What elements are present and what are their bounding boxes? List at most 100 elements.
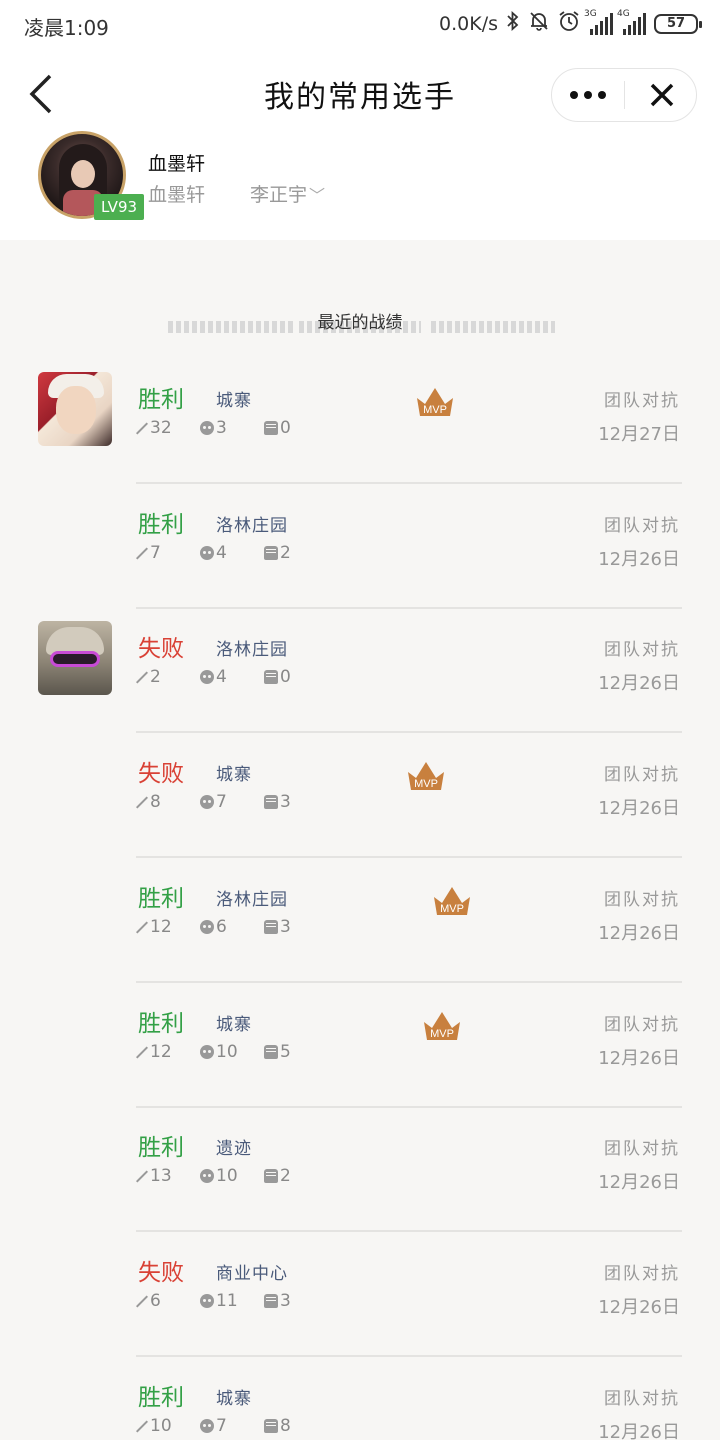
deaths-stat: 7 [200, 1416, 264, 1436]
match-mode: 团队对抗 [604, 391, 680, 411]
match-mode: 团队对抗 [604, 515, 680, 536]
section-title: 最近的战绩 [317, 313, 403, 333]
match-date: 12月26日 [598, 798, 680, 820]
deaths-value: 4 [216, 542, 227, 563]
assists-value: 8 [280, 1415, 291, 1436]
fist-icon [264, 670, 278, 685]
match-mode: 团队对抗 [604, 640, 680, 661]
match-date: 12月26日 [598, 1047, 680, 1069]
deaths-value: 4 [216, 667, 227, 688]
deaths-value: 7 [216, 792, 227, 813]
match-map: 城寨 [216, 765, 252, 786]
mvp-crown-icon: MVP [424, 1011, 460, 1040]
row-divider [136, 482, 682, 484]
assists-value: 3 [280, 792, 291, 813]
match-row[interactable]: 胜利 洛林庄园 7 4 2 团队对抗 12月26日 [0, 485, 720, 609]
row-divider [136, 1354, 682, 1357]
close-icon [650, 83, 674, 107]
deaths-stat: 10 [200, 1166, 264, 1186]
match-date: 12月26日 [598, 1421, 680, 1440]
fist-icon [264, 795, 278, 810]
row-divider [136, 606, 682, 609]
skull-icon [200, 1293, 214, 1308]
more-dot-icon [570, 91, 578, 99]
kills-value: 13 [150, 1166, 172, 1187]
skull-icon [200, 1169, 214, 1184]
match-date: 12月26日 [598, 922, 680, 944]
match-row[interactable]: 失败 商业中心 6 11 3 团队对抗 12月26日 [0, 1233, 720, 1357]
match-row[interactable]: 胜利 洛林庄园 12 6 3 MVP 团队对抗 12月26日 [0, 859, 720, 983]
assists-stat: 0 [264, 418, 291, 438]
kills-stat: 32 [136, 418, 200, 438]
match-row[interactable]: 失败 洛林庄园 2 4 0 团队对抗 12月26日 [0, 609, 720, 734]
match-mode: 团队对抗 [604, 765, 680, 786]
assists-value: 0 [280, 418, 291, 438]
match-row[interactable]: 失败 城寨 8 7 3 MVP 团队对抗 12月26日 [0, 734, 720, 859]
match-mode: 团队对抗 [604, 889, 680, 910]
signal-3g-label: 3G [584, 8, 597, 19]
match-map: 商业中心 [216, 1263, 288, 1284]
assists-stat: 3 [264, 1291, 291, 1311]
match-result: 胜利 [138, 885, 184, 912]
match-mode: 团队对抗 [604, 1388, 680, 1409]
kills-stat: 13 [136, 1166, 200, 1186]
sword-icon [136, 1046, 148, 1058]
mvp-crown-icon: MVP [434, 886, 470, 915]
skull-icon [200, 1044, 214, 1059]
match-row[interactable]: 胜利 城寨 10 7 8 团队对抗 12月26日 [0, 1358, 720, 1440]
deaths-value: 10 [216, 1166, 238, 1187]
deaths-stat: 6 [200, 917, 264, 937]
svg-text:MVP: MVP [423, 404, 447, 416]
skull-icon [200, 545, 214, 560]
deaths-stat: 7 [200, 792, 264, 812]
more-dot-icon [598, 91, 606, 99]
match-mode: 团队对抗 [604, 1139, 680, 1160]
assists-stat: 5 [264, 1042, 291, 1062]
match-result: 失败 [138, 1259, 184, 1286]
assists-stat: 3 [264, 792, 291, 812]
mute-bell-icon [528, 10, 550, 37]
sword-icon [136, 796, 148, 808]
assists-stat: 3 [264, 917, 291, 937]
match-row[interactable]: 胜利 遗迹 13 10 2 团队对抗 12月26日 [0, 1108, 720, 1233]
skull-icon [200, 670, 214, 685]
assists-value: 2 [280, 542, 291, 563]
deaths-value: 6 [216, 916, 227, 937]
skull-icon [200, 421, 214, 435]
fist-icon [264, 1418, 278, 1433]
row-divider [136, 1230, 682, 1233]
row-divider [136, 1105, 682, 1108]
match-map: 遗迹 [216, 1139, 252, 1160]
alarm-icon [558, 10, 580, 37]
hero-avatar [38, 621, 112, 696]
header-panel: 凌晨1:09 0.0K/s 3G 4G 57 我的常用选手 LV93 血墨轩 血… [0, 0, 720, 240]
battery-indicator: 57 [654, 13, 702, 34]
match-row[interactable]: 胜利 城寨 12 10 5 MVP 团队对抗 12月26日 [0, 984, 720, 1108]
level-badge: LV93 [94, 194, 144, 220]
row-divider [136, 980, 682, 983]
svg-text:MVP: MVP [414, 778, 438, 790]
assists-stat: 2 [264, 543, 291, 563]
mvp-crown-icon: MVP [408, 762, 444, 791]
match-result: 胜利 [138, 1384, 184, 1411]
assists-value: 5 [280, 1041, 291, 1062]
sword-icon [136, 671, 148, 683]
kills-value: 12 [150, 1041, 172, 1062]
match-map: 城寨 [216, 1014, 252, 1035]
assists-stat: 2 [264, 1166, 291, 1186]
kills-stat: 6 [136, 1291, 200, 1311]
deaths-value: 3 [216, 418, 227, 438]
match-date: 12月26日 [598, 548, 680, 570]
match-map: 洛林庄园 [216, 889, 288, 910]
match-row[interactable]: 胜利 城寨 32 3 0 MVP 团队对抗 12月27日 [0, 360, 720, 484]
more-dot-icon [584, 91, 592, 99]
player-selector[interactable]: 李正宇 ﹀ [250, 180, 325, 207]
assists-stat: 0 [264, 667, 291, 687]
svg-text:MVP: MVP [440, 903, 464, 915]
close-button[interactable] [632, 69, 692, 121]
bluetooth-icon [506, 10, 520, 36]
more-button[interactable] [552, 69, 624, 121]
match-result: 胜利 [138, 1135, 184, 1162]
match-map: 洛林庄园 [216, 515, 288, 536]
match-date: 12月26日 [598, 1296, 680, 1318]
